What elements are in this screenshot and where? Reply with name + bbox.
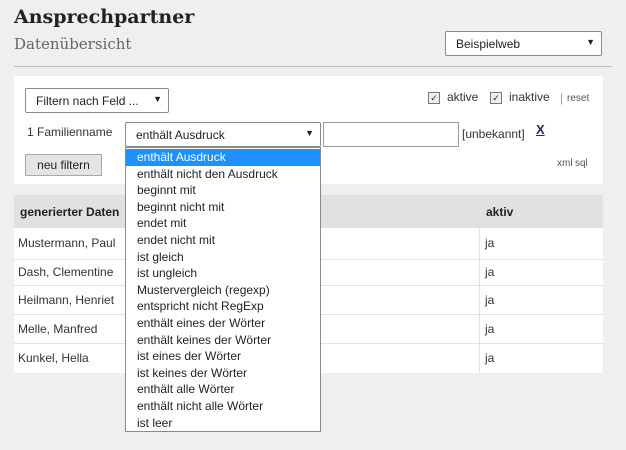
filter-value-input[interactable] <box>323 122 459 147</box>
chevron-down-icon: ▼ <box>153 94 162 104</box>
site-select-value: Beispielweb <box>456 37 521 51</box>
inactive-checkbox[interactable]: ✓ <box>490 92 502 104</box>
chevron-down-icon: ▼ <box>305 128 314 138</box>
filter-row-label: 1 Familienname <box>27 125 113 139</box>
dropdown-option[interactable]: ist keines der Wörter <box>126 365 320 382</box>
cell-active: ja <box>485 322 495 336</box>
condition-select[interactable]: enthält Ausdruck ▼ <box>125 122 321 147</box>
cell-name: Heilmann, Henriet <box>18 293 115 307</box>
refilter-button[interactable]: neu filtern <box>25 154 102 176</box>
dropdown-option[interactable]: ist leer <box>126 415 320 432</box>
dropdown-option[interactable]: enthält keines der Wörter <box>126 332 320 349</box>
column-header-name[interactable]: generierter Daten <box>20 205 119 219</box>
export-sql-link[interactable]: sql <box>575 158 588 169</box>
reset-link[interactable]: reset <box>567 93 589 104</box>
inactive-label: inaktive <box>509 90 550 104</box>
cell-name: Kunkel, Hella <box>18 351 89 365</box>
separator: | <box>560 91 564 105</box>
dropdown-option[interactable]: enthält nicht alle Wörter <box>126 398 320 415</box>
cell-name: Mustermann, Paul <box>18 236 116 250</box>
remove-filter-link[interactable]: X <box>536 122 545 137</box>
dropdown-option[interactable]: enthält nicht den Ausdruck <box>126 166 320 183</box>
header-divider <box>14 66 612 67</box>
filter-field-select[interactable]: Filtern nach Feld ... ▼ <box>25 88 169 113</box>
dropdown-option[interactable]: ist ungleich <box>126 265 320 282</box>
dropdown-option[interactable]: beginnt nicht mit <box>126 199 320 216</box>
dropdown-option[interactable]: enthält alle Wörter <box>126 381 320 398</box>
active-label: aktive <box>447 90 479 104</box>
filter-field-select-value: Filtern nach Feld ... <box>36 94 139 108</box>
dropdown-option[interactable]: entspricht nicht RegExp <box>126 298 320 315</box>
export-xml-link[interactable]: xml <box>557 158 573 169</box>
cell-active: ja <box>485 265 495 279</box>
cell-name: Melle, Manfred <box>18 322 98 336</box>
chevron-down-icon: ▼ <box>586 37 595 47</box>
dropdown-option[interactable]: ist eines der Wörter <box>126 348 320 365</box>
condition-select-value: enthält Ausdruck <box>136 128 225 142</box>
site-select[interactable]: Beispielweb ▼ <box>445 31 602 56</box>
dropdown-option[interactable]: Mustervergleich (regexp) <box>126 282 320 299</box>
active-checkbox[interactable]: ✓ <box>428 92 440 104</box>
cell-active: ja <box>485 236 495 250</box>
dropdown-option[interactable]: ist gleich <box>126 249 320 266</box>
condition-dropdown-list: enthält Ausdruck enthält nicht den Ausdr… <box>125 147 321 432</box>
column-header-active[interactable]: aktiv <box>486 205 513 219</box>
dropdown-option[interactable]: enthält Ausdruck <box>126 149 320 166</box>
dropdown-option[interactable]: endet nicht mit <box>126 232 320 249</box>
page-title: Ansprechpartner <box>14 6 195 28</box>
dropdown-option[interactable]: endet mit <box>126 215 320 232</box>
cell-active: ja <box>485 351 495 365</box>
dropdown-option[interactable]: enthält eines der Wörter <box>126 315 320 332</box>
cell-name: Dash, Clementine <box>18 265 114 279</box>
cell-active: ja <box>485 293 495 307</box>
page-subtitle: Datenübersicht <box>14 35 132 53</box>
dropdown-option[interactable]: beginnt mit <box>126 182 320 199</box>
unknown-label[interactable]: [unbekannt] <box>462 127 525 141</box>
